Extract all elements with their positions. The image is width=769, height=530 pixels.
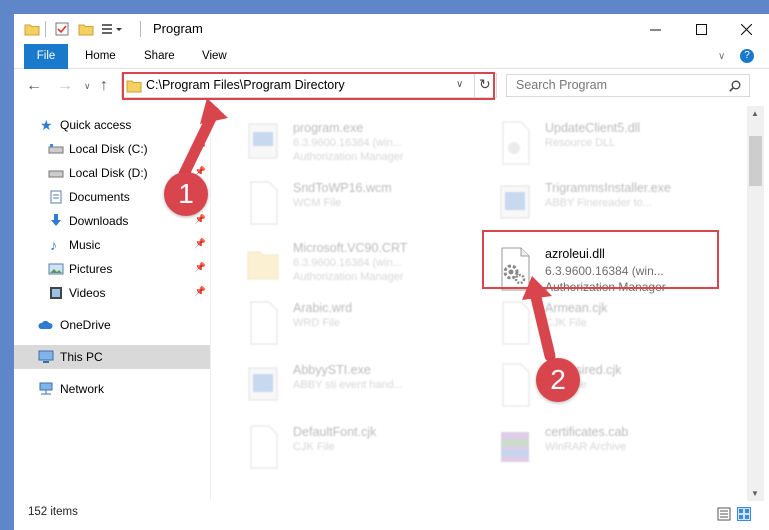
step-2-badge: 2 xyxy=(536,358,580,402)
step-1-badge: 1 xyxy=(164,172,208,216)
explorer-window: Program File Home Share View ∨ ? ← → ∨ ↑… xyxy=(14,14,769,530)
annotation-arrows xyxy=(178,98,556,362)
